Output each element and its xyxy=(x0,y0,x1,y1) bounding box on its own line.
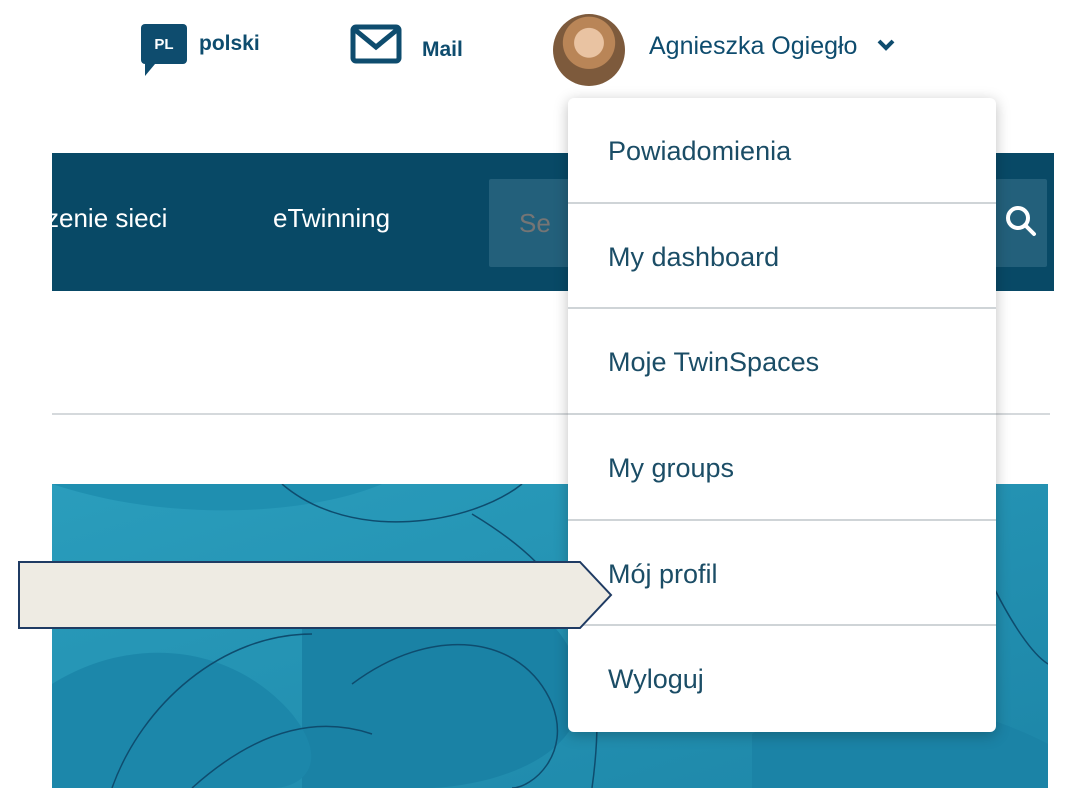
mail-link[interactable]: Mail xyxy=(350,24,463,64)
language-label: polski xyxy=(199,32,260,55)
avatar xyxy=(553,14,625,86)
nav-item-network[interactable]: zenie sieci xyxy=(46,203,167,234)
menu-item-logout[interactable]: Wyloguj xyxy=(568,626,996,732)
menu-item-my-groups[interactable]: My groups xyxy=(568,415,996,521)
user-name: Agnieszka Ogiegło xyxy=(649,31,858,60)
user-dropdown-menu: Powiadomienia My dashboard Moje TwinSpac… xyxy=(568,98,996,732)
menu-item-my-dashboard[interactable]: My dashboard xyxy=(568,204,996,310)
menu-item-my-twinspaces[interactable]: Moje TwinSpaces xyxy=(568,309,996,416)
chevron-down-icon xyxy=(878,39,895,51)
callout-arrow xyxy=(18,561,613,629)
envelope-icon xyxy=(350,24,402,64)
menu-item-notifications[interactable]: Powiadomienia xyxy=(568,98,996,204)
language-code: PL xyxy=(154,35,174,53)
menu-item-my-profile[interactable]: Mój profil xyxy=(568,521,996,627)
nav-item-etwinning[interactable]: eTwinning xyxy=(273,203,390,234)
user-menu-toggle[interactable]: Agnieszka Ogiegło xyxy=(553,14,895,86)
language-switcher[interactable]: PL polski xyxy=(141,24,260,76)
language-badge-icon: PL xyxy=(141,24,187,76)
mail-label: Mail xyxy=(422,38,463,61)
search-icon[interactable] xyxy=(1003,203,1039,239)
